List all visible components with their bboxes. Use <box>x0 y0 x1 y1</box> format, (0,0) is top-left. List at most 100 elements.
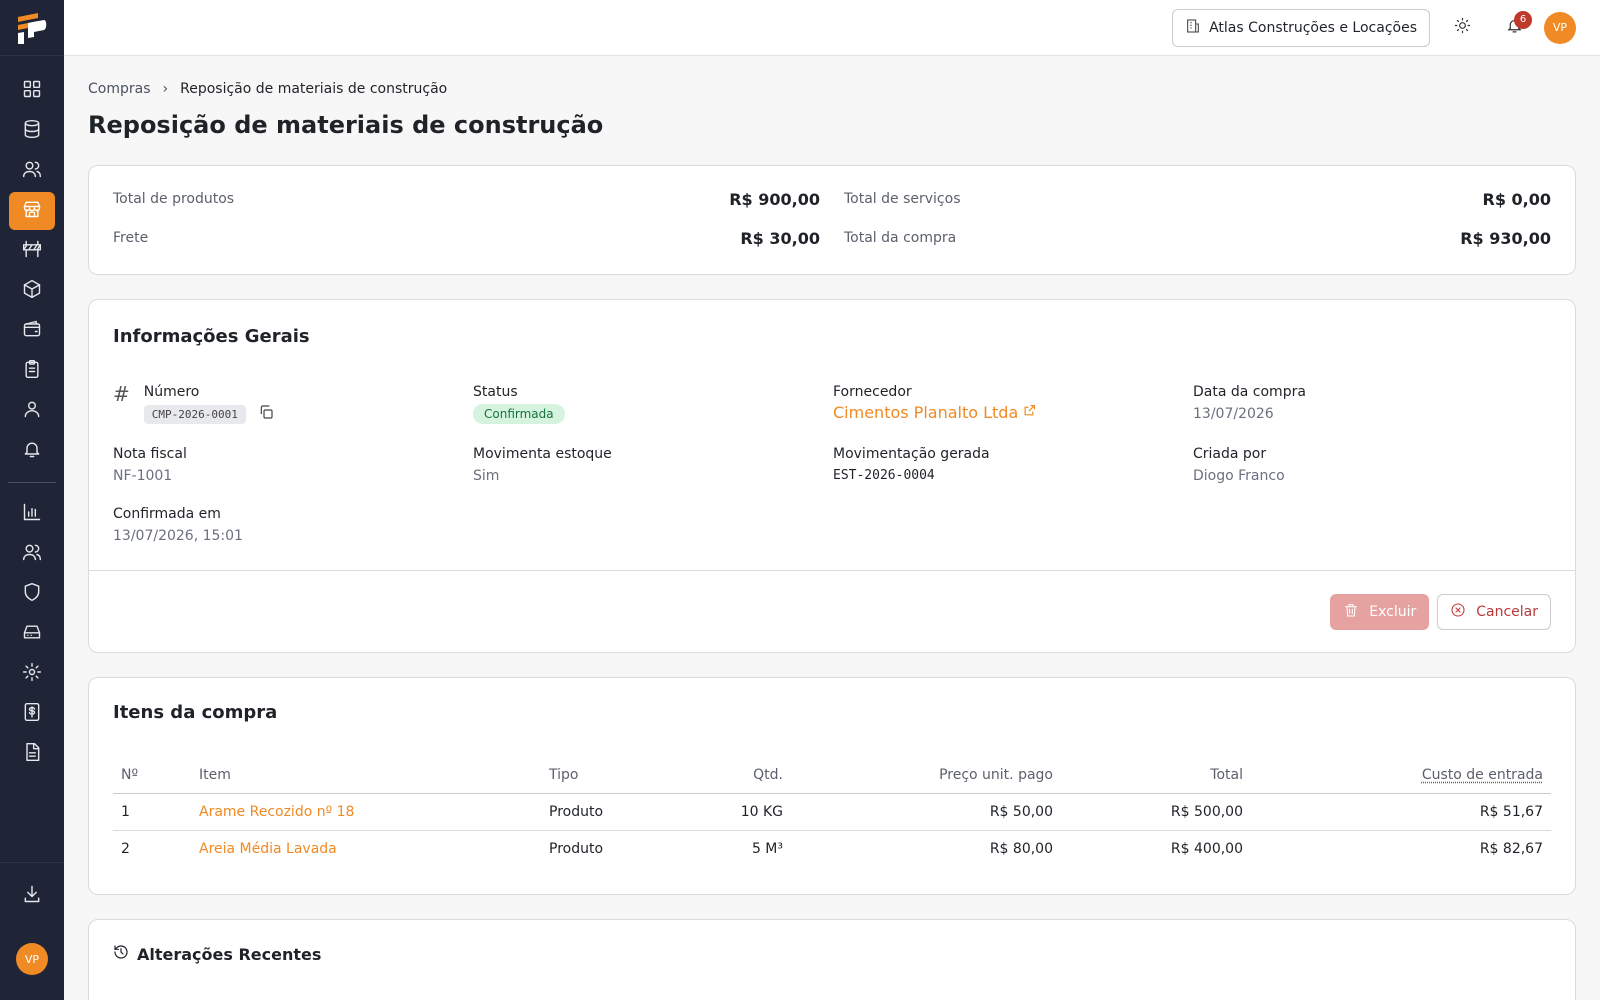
sidebar-item-security[interactable] <box>9 575 55 613</box>
wallet-icon <box>22 319 42 343</box>
sidebar-item-download[interactable] <box>9 877 55 915</box>
sidebar-item-documents[interactable] <box>9 735 55 773</box>
sidebar-item-reports[interactable] <box>9 495 55 533</box>
table-row: 2 Areia Média Lavada Produto 5 M³ R$ 80,… <box>113 830 1551 867</box>
clipboard-icon <box>22 359 42 383</box>
cell-custo: R$ 51,67 <box>1251 793 1551 830</box>
invoice-icon <box>22 702 42 726</box>
delete-button[interactable]: Excluir <box>1330 594 1429 630</box>
drive-icon <box>22 622 42 646</box>
external-link-icon[interactable] <box>1023 404 1036 421</box>
chevron-right-icon: › <box>163 81 169 97</box>
sidebar-item-notifications[interactable] <box>9 432 55 470</box>
trash-icon <box>1343 602 1359 622</box>
data-compra-label: Data da compra <box>1193 384 1553 400</box>
bell-icon <box>22 439 42 463</box>
totals-card: Total de produtos R$ 900,00 Total de ser… <box>88 165 1576 275</box>
recent-changes-header: Alterações Recentes <box>113 944 1551 964</box>
numero-value: CMP-2026-0001 <box>144 405 246 424</box>
hash-icon: # <box>113 384 130 424</box>
breadcrumb-parent[interactable]: Compras <box>88 81 151 97</box>
info-grid: # Número CMP-2026-0001 Status Confirmada… <box>113 384 1553 544</box>
company-name: Atlas Construções e Locações <box>1209 20 1417 36</box>
item-link[interactable]: Areia Média Lavada <box>199 841 337 857</box>
document-icon <box>22 742 42 766</box>
sidebar-item-purchases[interactable] <box>9 192 55 230</box>
breadcrumb: Compras › Reposição de materiais de cons… <box>88 81 1576 97</box>
sidebar-item-dashboard[interactable] <box>9 72 55 110</box>
field-numero: # Número CMP-2026-0001 <box>113 384 473 424</box>
notifications-button[interactable]: 6 <box>1494 8 1534 48</box>
col-header-tipo: Tipo <box>541 757 691 793</box>
sidebar-item-finance[interactable] <box>9 312 55 350</box>
notification-count-badge: 6 <box>1514 11 1532 29</box>
cell-tipo: Produto <box>541 793 691 830</box>
shield-icon <box>22 582 42 606</box>
cell-item: Areia Média Lavada <box>191 830 541 867</box>
fornecedor-label: Fornecedor <box>833 384 1193 400</box>
cell-qtd: 10 KG <box>691 793 791 830</box>
cell-preco: R$ 50,00 <box>791 793 1061 830</box>
sidebar-item-tasks[interactable] <box>9 352 55 390</box>
total-purchase-row: Total da compra R$ 930,00 <box>844 227 1551 249</box>
topbar: Atlas Construções e Locações 6 VP <box>64 0 1600 56</box>
cell-total: R$ 500,00 <box>1061 793 1251 830</box>
team-icon <box>22 542 42 566</box>
cell-n: 1 <box>113 793 191 830</box>
sidebar-item-users[interactable] <box>9 152 55 190</box>
recent-changes-card: Alterações Recentes <box>88 919 1576 1000</box>
col-header-custo[interactable]: Custo de entrada <box>1251 757 1551 793</box>
items-table: Nº Item Tipo Qtd. Preço unit. pago Total… <box>113 757 1551 867</box>
copy-icon[interactable] <box>258 404 274 424</box>
main-content: Compras › Reposição de materiais de cons… <box>88 56 1576 1000</box>
sidebar-item-database[interactable] <box>9 112 55 150</box>
col-header-qtd: Qtd. <box>691 757 791 793</box>
user-avatar[interactable]: VP <box>1544 12 1576 44</box>
field-fornecedor: Fornecedor Cimentos Planalto Ltda <box>833 384 1193 424</box>
col-header-preco: Preço unit. pago <box>791 757 1061 793</box>
company-selector-button[interactable]: Atlas Construções e Locações <box>1172 9 1430 47</box>
sun-icon <box>1454 17 1471 38</box>
sidebar-item-profile[interactable] <box>9 392 55 430</box>
nota-fiscal-label: Nota fiscal <box>113 446 473 462</box>
movimentacao-gerada-label: Movimentação gerada <box>833 446 1193 462</box>
criada-por-label: Criada por <box>1193 446 1553 462</box>
sidebar-item-team[interactable] <box>9 535 55 573</box>
sidebar-item-billing[interactable] <box>9 695 55 733</box>
building-icon <box>1185 18 1201 38</box>
download-icon <box>22 884 42 908</box>
field-movimenta-estoque: Movimenta estoque Sim <box>473 446 833 484</box>
recent-changes-title: Alterações Recentes <box>137 945 321 964</box>
store-icon <box>22 199 42 223</box>
sidebar-item-storage[interactable] <box>9 615 55 653</box>
logo-icon[interactable] <box>0 0 64 56</box>
freight-label: Frete <box>113 230 148 246</box>
cancel-button[interactable]: Cancelar <box>1437 594 1551 630</box>
divider <box>89 570 1575 571</box>
field-nota-fiscal: Nota fiscal NF-1001 <box>113 446 473 484</box>
history-icon <box>113 944 129 964</box>
confirmada-em-value: 13/07/2026, 15:01 <box>113 528 473 544</box>
sidebar-item-products[interactable] <box>9 272 55 310</box>
numero-label: Número <box>144 384 274 400</box>
total-products-label: Total de produtos <box>113 191 234 207</box>
table-header-row: Nº Item Tipo Qtd. Preço unit. pago Total… <box>113 757 1551 793</box>
field-confirmada-em: Confirmada em 13/07/2026, 15:01 <box>113 506 473 544</box>
sidebar-divider <box>8 482 56 483</box>
supplier-link[interactable]: Cimentos Planalto Ltda <box>833 403 1018 422</box>
box-icon <box>22 279 42 303</box>
total-services-value: R$ 0,00 <box>1483 190 1552 209</box>
total-purchase-value: R$ 930,00 <box>1460 229 1551 248</box>
avatar[interactable]: VP <box>16 943 48 975</box>
theme-toggle-button[interactable] <box>1442 8 1482 48</box>
sidebar-item-rentals[interactable] <box>9 232 55 270</box>
items-title: Itens da compra <box>113 702 1551 723</box>
custo-header-label: Custo de entrada <box>1422 767 1543 783</box>
sidebar: VP <box>0 0 64 1000</box>
sidebar-item-settings[interactable] <box>9 655 55 693</box>
table-row: 1 Arame Recozido nº 18 Produto 10 KG R$ … <box>113 793 1551 830</box>
field-status: Status Confirmada <box>473 384 833 424</box>
item-link[interactable]: Arame Recozido nº 18 <box>199 804 354 820</box>
user-icon <box>22 399 42 423</box>
total-services-label: Total de serviços <box>844 191 961 207</box>
